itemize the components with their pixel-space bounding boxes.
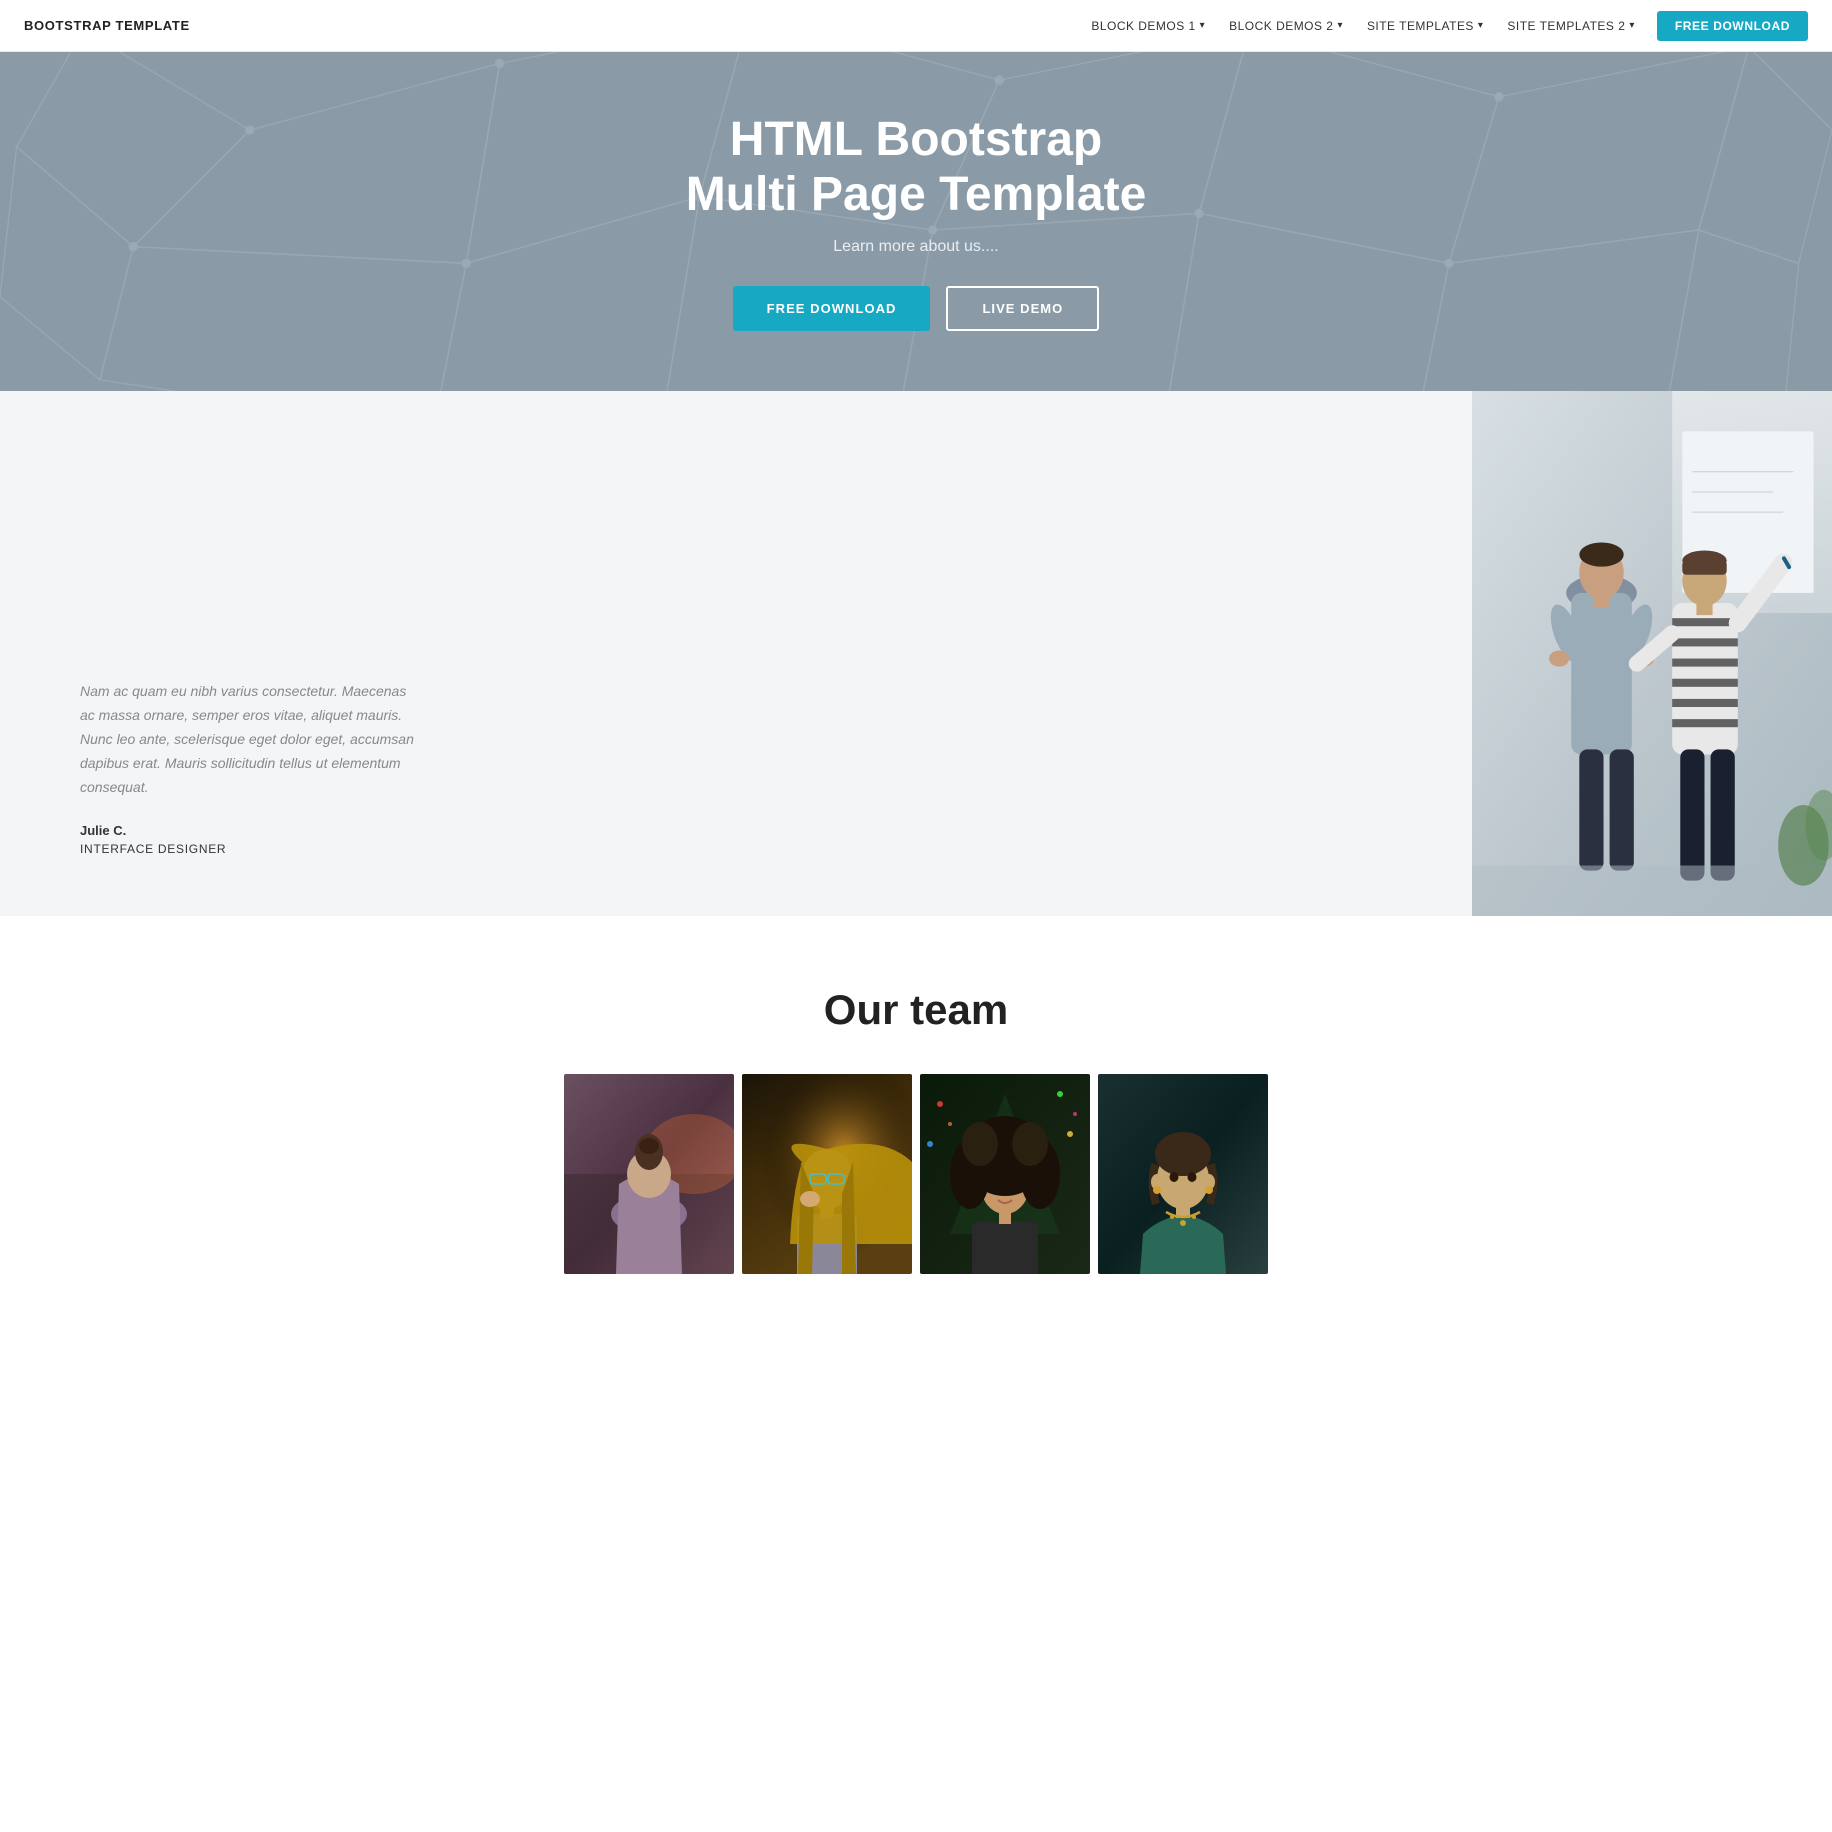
team-member-image-2 xyxy=(742,1074,912,1274)
nav-download-button[interactable]: FREE DOWNLOAD xyxy=(1657,11,1808,41)
about-role: INTERFACE DESIGNER xyxy=(80,842,1412,856)
nav-site-templates-2[interactable]: SITE TEMPLATES 2 ▾ xyxy=(1497,13,1644,39)
navbar: BOOTSTRAP TEMPLATE BLOCK DEMOS 1 ▾ BLOCK… xyxy=(0,0,1832,52)
dropdown-arrow-icon: ▾ xyxy=(1200,20,1206,31)
nav-block-demos-1[interactable]: BLOCK DEMOS 1 ▾ xyxy=(1081,13,1215,39)
hero-live-demo-button[interactable]: LIVE DEMO xyxy=(946,286,1099,331)
hero-subtitle: Learn more about us.... xyxy=(686,238,1147,256)
team-member-image-4 xyxy=(1098,1074,1268,1274)
team-member-card-1 xyxy=(564,1074,734,1274)
team-member-card-2 xyxy=(742,1074,912,1274)
dropdown-arrow-icon: ▾ xyxy=(1478,20,1484,31)
hero-section: HTML Bootstrap Multi Page Template Learn… xyxy=(0,52,1832,391)
nav-site-templates[interactable]: SITE TEMPLATES ▾ xyxy=(1357,13,1493,39)
dropdown-arrow-icon: ▾ xyxy=(1337,20,1343,31)
team-member-image-1 xyxy=(564,1074,734,1274)
hero-download-button[interactable]: FREE DOWNLOAD xyxy=(733,286,931,331)
nav-brand: BOOTSTRAP TEMPLATE xyxy=(24,18,190,33)
team-member-card-3 xyxy=(920,1074,1090,1274)
about-image-panel xyxy=(1472,391,1832,916)
dropdown-arrow-icon: ▾ xyxy=(1629,20,1635,31)
team-section-title: Our team xyxy=(20,986,1812,1034)
nav-block-demos-2[interactable]: BLOCK DEMOS 2 ▾ xyxy=(1219,13,1353,39)
about-name: Julie C. xyxy=(80,823,1412,838)
team-section: Our team xyxy=(0,916,1832,1294)
hero-title: HTML Bootstrap Multi Page Template xyxy=(686,112,1147,222)
about-text-panel: Nam ac quam eu nibh varius consectetur. … xyxy=(0,391,1472,916)
team-grid xyxy=(20,1074,1812,1274)
hero-content: HTML Bootstrap Multi Page Template Learn… xyxy=(686,112,1147,331)
about-quote: Nam ac quam eu nibh varius consectetur. … xyxy=(80,680,420,799)
nav-links: BLOCK DEMOS 1 ▾ BLOCK DEMOS 2 ▾ SITE TEM… xyxy=(1081,11,1808,41)
hero-buttons: FREE DOWNLOAD LIVE DEMO xyxy=(686,286,1147,331)
about-people-image xyxy=(1472,391,1832,916)
about-section: Nam ac quam eu nibh varius consectetur. … xyxy=(0,391,1832,916)
team-member-image-3 xyxy=(920,1074,1090,1274)
team-member-card-4 xyxy=(1098,1074,1268,1274)
